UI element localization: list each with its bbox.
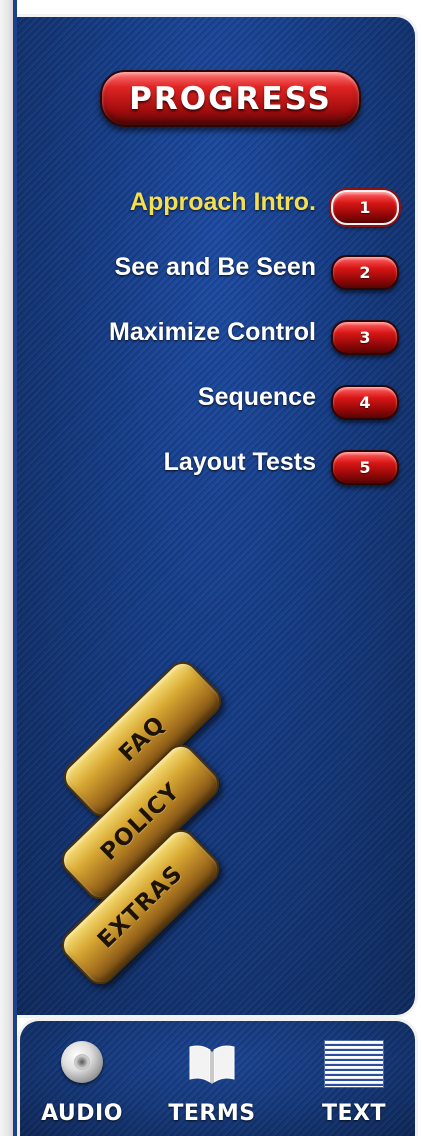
step-label: Sequence [197, 383, 316, 411]
utility-panel: AUDIO TERMS TEXT [17, 1018, 418, 1136]
audio-label: AUDIO [41, 1101, 123, 1126]
step-number-button[interactable]: 4 [331, 385, 399, 420]
progress-panel: PROGRESS Approach Intro. 1 See and Be Se… [17, 14, 418, 1018]
step-label: Approach Intro. [129, 188, 316, 216]
step-label: See and Be Seen [114, 253, 316, 281]
navigation-sidebar: PROGRESS Approach Intro. 1 See and Be Se… [0, 0, 422, 1136]
document-text-icon [325, 1041, 383, 1087]
progress-step-maximize-control[interactable]: Maximize Control 3 [17, 311, 415, 357]
step-label: Layout Tests [163, 448, 316, 476]
step-number-button[interactable]: 2 [331, 255, 399, 290]
audio-button[interactable]: AUDIO [27, 1041, 137, 1127]
open-book-icon [186, 1041, 238, 1085]
step-label: Maximize Control [109, 318, 316, 346]
step-number-button[interactable]: 3 [331, 320, 399, 355]
progress-button[interactable]: PROGRESS [100, 70, 361, 127]
speaker-disc-icon [61, 1041, 103, 1083]
progress-step-see-and-be-seen[interactable]: See and Be Seen 2 [17, 246, 415, 292]
progress-step-approach-intro[interactable]: Approach Intro. 1 [17, 181, 415, 227]
left-edge [0, 0, 13, 1136]
step-number-button[interactable]: 5 [331, 450, 399, 485]
progress-step-layout-tests[interactable]: Layout Tests 5 [17, 441, 415, 487]
terms-button[interactable]: TERMS [157, 1041, 267, 1127]
terms-label: TERMS [168, 1101, 256, 1126]
text-label: TEXT [321, 1101, 386, 1126]
text-button[interactable]: TEXT [294, 1041, 414, 1127]
step-number-button[interactable]: 1 [331, 190, 399, 225]
progress-step-sequence[interactable]: Sequence 4 [17, 376, 415, 422]
